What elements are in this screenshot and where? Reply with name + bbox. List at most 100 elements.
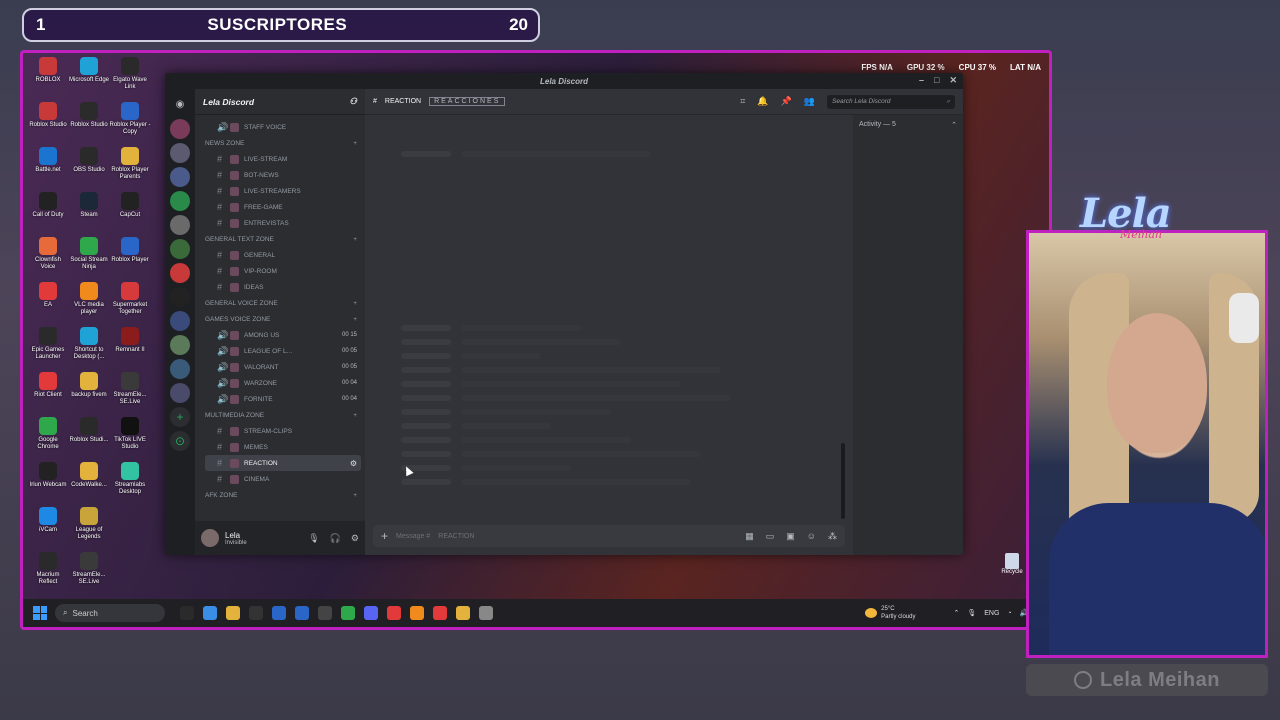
channel-item[interactable]: # MEMES [205, 439, 361, 455]
add-channel-icon[interactable]: + [353, 236, 357, 243]
channel-item[interactable]: 🔊 LEAGUE OF L... 00 05 [205, 343, 361, 359]
message-composer[interactable]: + Message # REACTION ▦ ▭ ▣ ☺ ⁂ [373, 525, 845, 547]
apps-icon[interactable]: ⁂ [828, 531, 837, 542]
channel-item[interactable]: # GENERAL [205, 247, 361, 263]
server-header[interactable]: Lela Discord ⚇ [195, 89, 365, 115]
desktop-icon[interactable] [109, 507, 151, 527]
channel-item[interactable]: # CINEMA [205, 471, 361, 487]
channel-item[interactable]: # LIVE-STREAMERS [205, 183, 361, 199]
channel-item[interactable]: # VIP-ROOM [205, 263, 361, 279]
channel-item[interactable]: 🔊 FORNITE 00 04 [205, 391, 361, 407]
desktop-icon[interactable]: StreamEle... SE.Live [109, 372, 151, 406]
channel-item[interactable]: # IDEAS [205, 279, 361, 295]
microphone-icon[interactable]: 🎙 [967, 609, 976, 617]
channel-item[interactable]: # BOT-NEWS [205, 167, 361, 183]
gear-icon[interactable]: ⚙ [350, 459, 357, 468]
server-icon[interactable] [170, 167, 190, 187]
desktop-icon[interactable]: EA [27, 282, 69, 309]
search-input[interactable]: Search Lela Discord ⌕ [827, 94, 955, 109]
channel-item[interactable]: 🔊 VALORANT 00 05 [205, 359, 361, 375]
channel-category[interactable]: GENERAL VOICE ZONE + [205, 295, 361, 311]
desktop-icon[interactable]: CapCut [109, 192, 151, 219]
channel-item[interactable]: 🔊 AMONG US 00 15 [205, 327, 361, 343]
server-icon[interactable] [170, 287, 190, 307]
channel-category[interactable]: NEWS ZONE + [205, 135, 361, 151]
desktop-icon[interactable]: Roblox Studio [68, 102, 110, 129]
desktop-icon[interactable]: Remnant II [109, 327, 151, 354]
desktop-icon[interactable]: Roblox Studio [27, 102, 69, 129]
threads-icon[interactable]: ⌗ [740, 96, 745, 107]
channel-item[interactable]: # STREAM-CLIPS [205, 423, 361, 439]
minimize-icon[interactable]: – [919, 75, 924, 86]
server-icon[interactable] [170, 359, 190, 379]
channel-item[interactable]: 🔊 STAFF VOICE [205, 119, 361, 135]
channel-item[interactable]: # ENTREVISTAS [205, 215, 361, 231]
desktop-icon[interactable]: VLC media player [68, 282, 110, 316]
discord-home-icon[interactable]: ◉ [170, 95, 190, 115]
desktop-icon[interactable]: Roblox Player - Copy [109, 102, 151, 136]
server-icon[interactable] [170, 119, 190, 139]
attach-plus-icon[interactable]: + [381, 529, 388, 543]
desktop-icon[interactable]: Iriun Webcam [27, 462, 69, 489]
desktop-icon[interactable]: Supermarket Together [109, 282, 151, 316]
desktop-icon[interactable]: ROBLOX [27, 57, 69, 84]
add-channel-icon[interactable]: + [353, 316, 357, 323]
taskbar-app-icon[interactable] [340, 606, 355, 620]
gear-icon[interactable]: ⚙ [351, 533, 359, 544]
taskbar-search[interactable]: ⌕ Search [55, 604, 165, 622]
server-icon[interactable] [170, 191, 190, 211]
taskbar-app-icon[interactable] [225, 606, 240, 620]
taskbar-app-icon[interactable] [317, 606, 332, 620]
avatar[interactable] [201, 529, 219, 547]
desktop-icon[interactable]: Social Stream Ninja [68, 237, 110, 271]
maximize-icon[interactable]: □ [934, 75, 939, 86]
server-icon[interactable] [170, 311, 190, 331]
add-channel-icon[interactable]: + [353, 492, 357, 499]
add-channel-icon[interactable]: + [353, 300, 357, 307]
add-channel-icon[interactable]: + [353, 412, 357, 419]
desktop-icon[interactable]: Shortcut to Desktop (... [68, 327, 110, 361]
server-icon[interactable] [170, 215, 190, 235]
desktop-icon[interactable]: Macrium Reflect [27, 552, 69, 586]
members-icon[interactable]: 👥 [804, 96, 815, 107]
desktop-icon[interactable]: Call of Duty [27, 192, 69, 219]
desktop-icon[interactable]: backup fivem [68, 372, 110, 399]
taskbar-app-icon[interactable] [294, 606, 309, 620]
close-icon[interactable]: ✕ [949, 75, 957, 86]
taskbar-app-icon[interactable] [386, 606, 401, 620]
desktop-icon[interactable]: Streamlabs Desktop [109, 462, 151, 496]
taskbar-app-icon[interactable] [271, 606, 286, 620]
desktop-icon[interactable]: Microsoft Edge [68, 57, 110, 84]
desktop-icon[interactable]: CodeWalke... [68, 462, 110, 489]
sticker-icon[interactable]: ▣ [786, 531, 795, 542]
server-icon[interactable] [170, 383, 190, 403]
language-indicator[interactable]: ENG [984, 610, 999, 617]
taskbar-app-icon[interactable] [409, 606, 424, 620]
chevron-up-icon[interactable]: ⌃ [951, 121, 957, 549]
pin-icon[interactable]: 📌 [781, 96, 792, 107]
microphone-icon[interactable]: 🎙 [308, 533, 319, 544]
desktop-icon[interactable]: Roblox Studi... [68, 417, 110, 444]
start-button-icon[interactable] [33, 606, 47, 620]
discover-icon[interactable]: ⊙ [170, 431, 190, 451]
desktop-icon[interactable]: Elgato Wave Link [109, 57, 151, 91]
server-icon[interactable] [170, 263, 190, 283]
add-channel-icon[interactable]: + [353, 140, 357, 147]
channel-category[interactable]: AFK ZONE + [205, 487, 361, 503]
taskbar-app-icon[interactable] [179, 606, 194, 620]
scrollbar[interactable] [841, 443, 845, 519]
taskbar-app-icon[interactable] [363, 606, 378, 620]
taskbar-app-icon[interactable] [432, 606, 447, 620]
server-icon[interactable] [170, 239, 190, 259]
recycle-bin[interactable]: Recycle [997, 553, 1027, 575]
desktop-icon[interactable]: iVCam [27, 507, 69, 534]
desktop-icon[interactable]: League of Legends [68, 507, 110, 541]
emoji-icon[interactable]: ☺ [807, 531, 816, 542]
desktop-icon[interactable]: Google Chrome [27, 417, 69, 451]
wifi-icon[interactable]: ◔ [1007, 610, 1011, 617]
desktop-icon[interactable]: Roblox Player Parents [109, 147, 151, 181]
desktop-icon[interactable]: Battle.net [27, 147, 69, 174]
channel-category[interactable]: GENERAL TEXT ZONE + [205, 231, 361, 247]
gift-icon[interactable]: ▦ [745, 531, 754, 542]
desktop-icon[interactable]: Epic Games Launcher [27, 327, 69, 361]
